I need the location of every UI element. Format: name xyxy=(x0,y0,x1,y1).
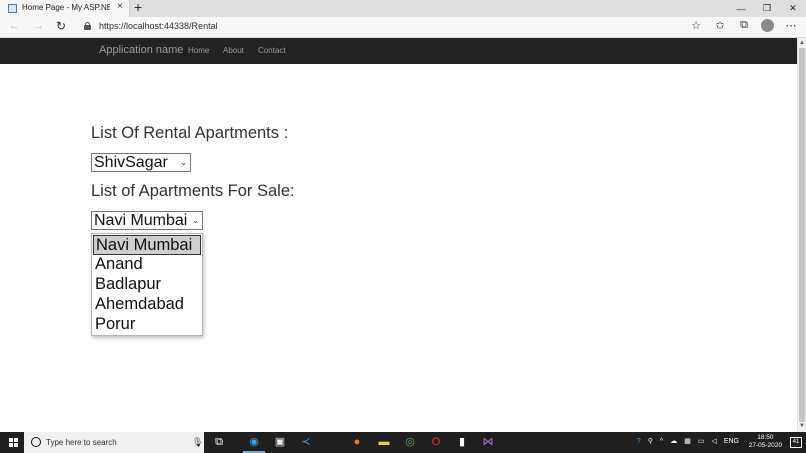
windows-start-icon[interactable] xyxy=(9,438,18,447)
clock-time: 18:50 xyxy=(757,434,774,441)
close-window-button[interactable]: ✕ xyxy=(780,0,806,17)
window-controls: — ❐ ✕ xyxy=(728,0,806,17)
address-bar-row: ← → ↻ https://localhost:44338/Rental ☆ ✩… xyxy=(0,17,806,38)
site-navbar: Application name Home About Contact xyxy=(0,38,797,64)
browser-toolbar: ☆ ✩ ⧉ ⋯ xyxy=(689,19,798,32)
tab-close-icon[interactable]: × xyxy=(117,1,123,12)
opera-icon[interactable]: O xyxy=(429,436,443,449)
chevron-down-icon: ⌄ xyxy=(180,158,187,167)
people-icon[interactable]: ⚲ xyxy=(648,437,653,445)
microphone-icon[interactable]: 🎙 xyxy=(192,437,203,448)
scroll-down-icon[interactable]: ▼ xyxy=(799,423,805,429)
taskbar-search[interactable]: Type here to search 🎙 xyxy=(24,432,204,453)
store-icon[interactable]: ▣ xyxy=(273,436,287,449)
network-icon[interactable]: ▦ xyxy=(684,437,691,445)
browser-tab[interactable]: Home Page - My ASP.NET Applic × xyxy=(0,0,130,17)
chrome-icon[interactable]: ◎ xyxy=(403,436,417,449)
sale-dropdown-list: Navi Mumbai Anand Badlapur Ahemdabad Por… xyxy=(91,233,203,336)
rental-heading: List Of Rental Apartments : xyxy=(91,124,289,142)
document-icon[interactable]: ▮ xyxy=(455,436,469,449)
windows-taskbar: Type here to search 🎙 ⧉ ◉ ▣ ≺ ● ▬ ◎ O ▮ … xyxy=(0,432,806,453)
new-tab-button[interactable]: + xyxy=(134,0,142,15)
dropdown-option[interactable]: Badlapur xyxy=(93,275,201,295)
minimize-button[interactable]: — xyxy=(728,0,754,17)
tab-title: Home Page - My ASP.NET Applic xyxy=(22,3,110,12)
clock-date: 27-05-2020 xyxy=(748,442,782,449)
browser-window: Home Page - My ASP.NET Applic × + — ❐ ✕ … xyxy=(0,0,806,453)
collections-icon[interactable]: ⧉ xyxy=(737,19,751,32)
dropdown-option[interactable]: Navi Mumbai xyxy=(93,235,201,255)
dropdown-option[interactable]: Ahemdabad xyxy=(93,295,201,315)
sale-select[interactable]: Navi Mumbai ⌄ xyxy=(91,211,203,230)
edge-browser-icon[interactable]: ◉ xyxy=(247,436,261,449)
volume-icon[interactable]: ◁ xyxy=(711,437,716,445)
help-icon[interactable]: ? xyxy=(637,438,641,445)
task-view-icon[interactable]: ⧉ xyxy=(212,436,226,449)
nav-link-contact[interactable]: Contact xyxy=(258,46,286,55)
star-icon[interactable]: ☆ xyxy=(689,19,703,32)
address-input[interactable]: https://localhost:44338/Rental xyxy=(99,21,218,31)
sale-heading: List of Apartments For Sale: xyxy=(91,182,295,200)
onedrive-icon[interactable]: ☁ xyxy=(670,437,677,445)
dropdown-option[interactable]: Porur xyxy=(93,315,201,335)
nav-link-about[interactable]: About xyxy=(223,46,244,55)
more-icon[interactable]: ⋯ xyxy=(784,19,798,32)
rental-select-value: ShivSagar xyxy=(94,154,168,171)
taskbar-search-placeholder: Type here to search xyxy=(46,438,117,447)
rental-select[interactable]: ShivSagar ⌄ xyxy=(91,153,191,172)
vscode-icon[interactable]: ≺ xyxy=(299,436,313,449)
favorites-icon[interactable]: ✩ xyxy=(713,19,727,32)
back-arrow-icon[interactable]: ← xyxy=(9,20,20,32)
page-favicon-icon xyxy=(8,4,17,13)
firefox-icon[interactable]: ● xyxy=(350,436,364,449)
scroll-thumb[interactable] xyxy=(799,48,805,422)
file-explorer-icon[interactable]: ▬ xyxy=(377,436,391,449)
brand-link[interactable]: Application name xyxy=(99,44,183,56)
lock-icon[interactable] xyxy=(84,22,91,30)
scroll-up-icon[interactable]: ▲ xyxy=(799,40,805,46)
tab-strip: Home Page - My ASP.NET Applic × + — ❐ ✕ xyxy=(0,0,806,17)
battery-icon[interactable]: ▭ xyxy=(698,437,705,445)
visual-studio-icon[interactable]: ⋈ xyxy=(481,436,495,449)
cortana-icon xyxy=(31,437,41,447)
taskbar-clock[interactable]: 18:50 27-05-2020 xyxy=(749,434,782,450)
vertical-scrollbar[interactable]: ▲ ▼ xyxy=(797,38,806,432)
dropdown-option[interactable]: Anand xyxy=(93,255,201,275)
profile-avatar-icon[interactable] xyxy=(761,19,774,32)
language-indicator[interactable]: ENG xyxy=(724,438,739,445)
notification-center-icon[interactable]: 41 xyxy=(790,437,802,448)
sale-select-value: Navi Mumbai xyxy=(94,212,188,229)
page-viewport: Application name Home About Contact List… xyxy=(0,38,797,432)
chevron-up-icon[interactable]: ^ xyxy=(660,438,663,445)
maximize-button[interactable]: ❐ xyxy=(754,0,780,17)
chevron-down-icon: ⌄ xyxy=(192,216,199,225)
reload-icon[interactable]: ↻ xyxy=(56,19,66,33)
nav-link-home[interactable]: Home xyxy=(188,46,209,55)
forward-arrow-icon[interactable]: → xyxy=(33,20,44,32)
